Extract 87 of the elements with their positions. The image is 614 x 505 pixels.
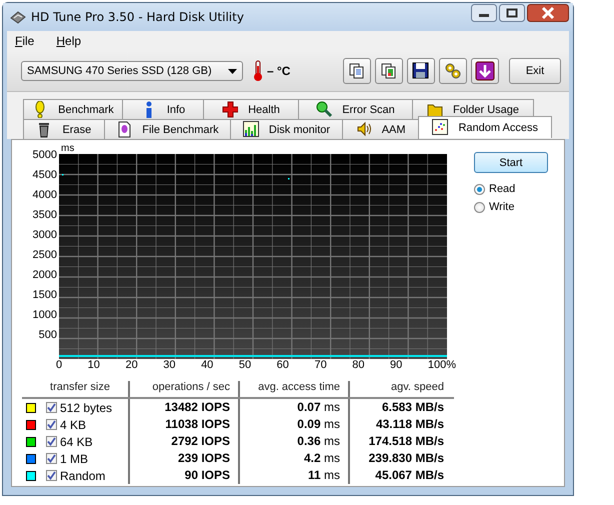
axis-label: 90: [390, 359, 402, 371]
table-cell: 11038 IOPS: [130, 416, 240, 433]
table-cell-text: 239.830 MB/s: [368, 450, 445, 467]
radio-button[interactable]: [474, 184, 485, 194]
table-cell: 64 KB: [60, 434, 93, 448]
close-button[interactable]: [527, 4, 569, 22]
drive-dropdown[interactable]: SAMSUNG 470 Series SSD (128 GB): [21, 61, 243, 81]
table-cell-text: 43.118 MB/s: [374, 416, 445, 433]
toolbar-button[interactable]: [375, 58, 403, 84]
table-cell: 2792 IOPS: [130, 433, 240, 450]
cross-icon: [222, 101, 238, 118]
axis-unit: ms: [61, 144, 76, 154]
table-cell: 13482 IOPS: [130, 399, 240, 416]
checkbox[interactable]: [46, 453, 57, 464]
tab[interactable]: Disk monitor: [230, 119, 343, 139]
toolbar-button[interactable]: [439, 58, 467, 84]
magnifier-icon: [316, 101, 332, 118]
caret-icon: [228, 68, 237, 74]
axis-label: 3000: [32, 229, 57, 243]
thermometer-icon: [253, 60, 263, 82]
table-cell-text: 45.067 MB/s: [374, 467, 445, 484]
checkbox[interactable]: [46, 402, 57, 413]
axis-label: 2000: [32, 269, 57, 283]
axis-label: 80: [352, 359, 364, 371]
window-title: HD Tune Pro 3.50 - Hard Disk Utility: [31, 10, 245, 24]
axis-label: 0: [56, 359, 62, 371]
table-cell: 4.2 ms: [240, 450, 350, 467]
axis-label: 4500: [32, 169, 57, 183]
tab[interactable]: Erase: [23, 119, 105, 139]
checkbox[interactable]: [46, 419, 57, 430]
toolbar-button[interactable]: [407, 58, 435, 84]
toolbar-button[interactable]: [471, 58, 499, 84]
tab[interactable]: Info: [122, 99, 204, 119]
radio-label: Write: [489, 201, 514, 213]
menu-item[interactable]: File: [15, 34, 34, 48]
table-cell-text: 174.518 MB/s: [368, 433, 445, 450]
temperature-reading: – °C: [267, 64, 290, 78]
axis-label: 500: [38, 329, 57, 343]
gears-icon: [443, 61, 463, 81]
table-cell: 4 KB: [60, 418, 86, 432]
axis-label: 4000: [32, 189, 57, 203]
table-cell: 11 ms: [240, 467, 350, 484]
axis-label: 40: [201, 359, 214, 371]
checkbox[interactable]: [46, 470, 57, 481]
tab[interactable]: Health: [203, 99, 299, 119]
column-header: operations / sec: [130, 381, 240, 397]
column-header: agv. speed: [390, 381, 445, 395]
tab[interactable]: AAM: [342, 119, 420, 139]
axis-label: 5000: [32, 149, 57, 163]
maximize-button[interactable]: [499, 4, 525, 22]
column-header: avg. access time: [240, 381, 350, 397]
column-header: transfer size: [40, 381, 130, 397]
tab[interactable]: Error Scan: [298, 99, 413, 119]
radio-label: Read: [489, 183, 516, 195]
tab[interactable]: Benchmark: [23, 99, 123, 119]
start-button[interactable]: Start: [474, 152, 548, 173]
exit-button[interactable]: Exit: [509, 58, 561, 84]
axis-label: 20: [125, 359, 138, 371]
axis-label: 70: [314, 359, 327, 371]
tab[interactable]: File Benchmark: [104, 119, 232, 139]
axis-label: 60: [276, 359, 289, 371]
table-cell: 0.09 ms: [240, 416, 350, 433]
menu-item[interactable]: Help: [56, 34, 82, 48]
table-cell: 512 bytes: [60, 400, 112, 414]
table-cell: 90 IOPS: [130, 467, 240, 484]
table-cell: 0.07 ms: [240, 399, 350, 416]
tab[interactable]: Random Access: [418, 116, 552, 138]
axis-label: 100%: [428, 359, 456, 371]
axis-label: 10: [88, 359, 100, 371]
scatter-chart-icon: [432, 119, 448, 136]
axis-label: 1000: [32, 309, 57, 323]
table-cell-text: 6.583 MB/s: [380, 399, 445, 416]
minimize-button[interactable]: [471, 4, 497, 22]
axis-label: 2500: [32, 249, 57, 263]
axis-label: 30: [163, 359, 176, 371]
toolbar-button[interactable]: [343, 58, 371, 84]
radio-button[interactable]: [474, 202, 485, 212]
checkbox[interactable]: [46, 436, 57, 447]
table-cell: 239 IOPS: [130, 450, 240, 467]
table-cell: 1 MB: [60, 452, 88, 466]
axis-label: 1500: [32, 289, 57, 303]
table-cell: Random: [60, 468, 106, 482]
axis-label: 50: [238, 359, 252, 371]
table-cell: 0.36 ms: [240, 433, 350, 450]
speaker-icon: [356, 121, 372, 138]
axis-label: 3500: [32, 209, 57, 223]
bar-graph-icon: [242, 121, 259, 138]
